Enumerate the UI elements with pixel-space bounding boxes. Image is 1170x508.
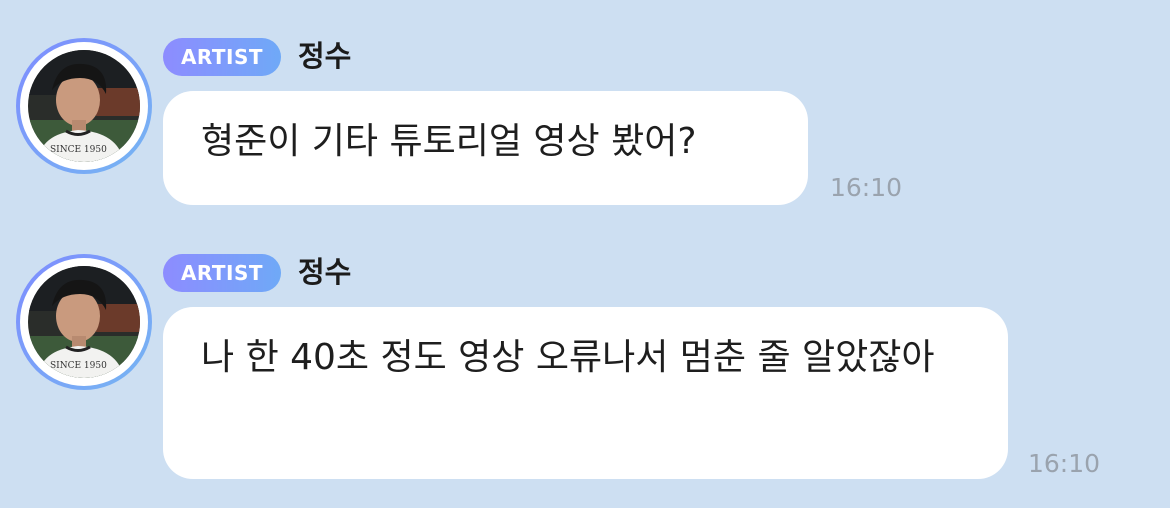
shirt-print: SINCE 1950 — [50, 145, 107, 155]
shirt-print: SINCE 1950 — [50, 361, 107, 371]
message-bubble[interactable]: 나 한 40초 정도 영상 오류나서 멈춘 줄 알았잖아 — [163, 307, 1008, 479]
message-timestamp: 16:10 — [1028, 449, 1101, 478]
sender-name[interactable]: 정수 — [298, 36, 351, 76]
avatar[interactable]: SINCE 1950 — [16, 254, 152, 390]
message-bubble[interactable]: 형준이 기타 튜토리얼 영상 봤어? — [163, 91, 808, 205]
avatar[interactable]: SINCE 1950 — [16, 38, 152, 174]
message-timestamp: 16:10 — [830, 173, 903, 202]
avatar-photo: SINCE 1950 — [28, 266, 140, 378]
artist-badge: ARTIST — [163, 254, 281, 292]
avatar-photo: SINCE 1950 — [28, 50, 140, 162]
avatar-border: SINCE 1950 — [20, 258, 148, 386]
sender-name[interactable]: 정수 — [298, 252, 351, 292]
artist-badge: ARTIST — [163, 38, 281, 76]
avatar-border: SINCE 1950 — [20, 42, 148, 170]
